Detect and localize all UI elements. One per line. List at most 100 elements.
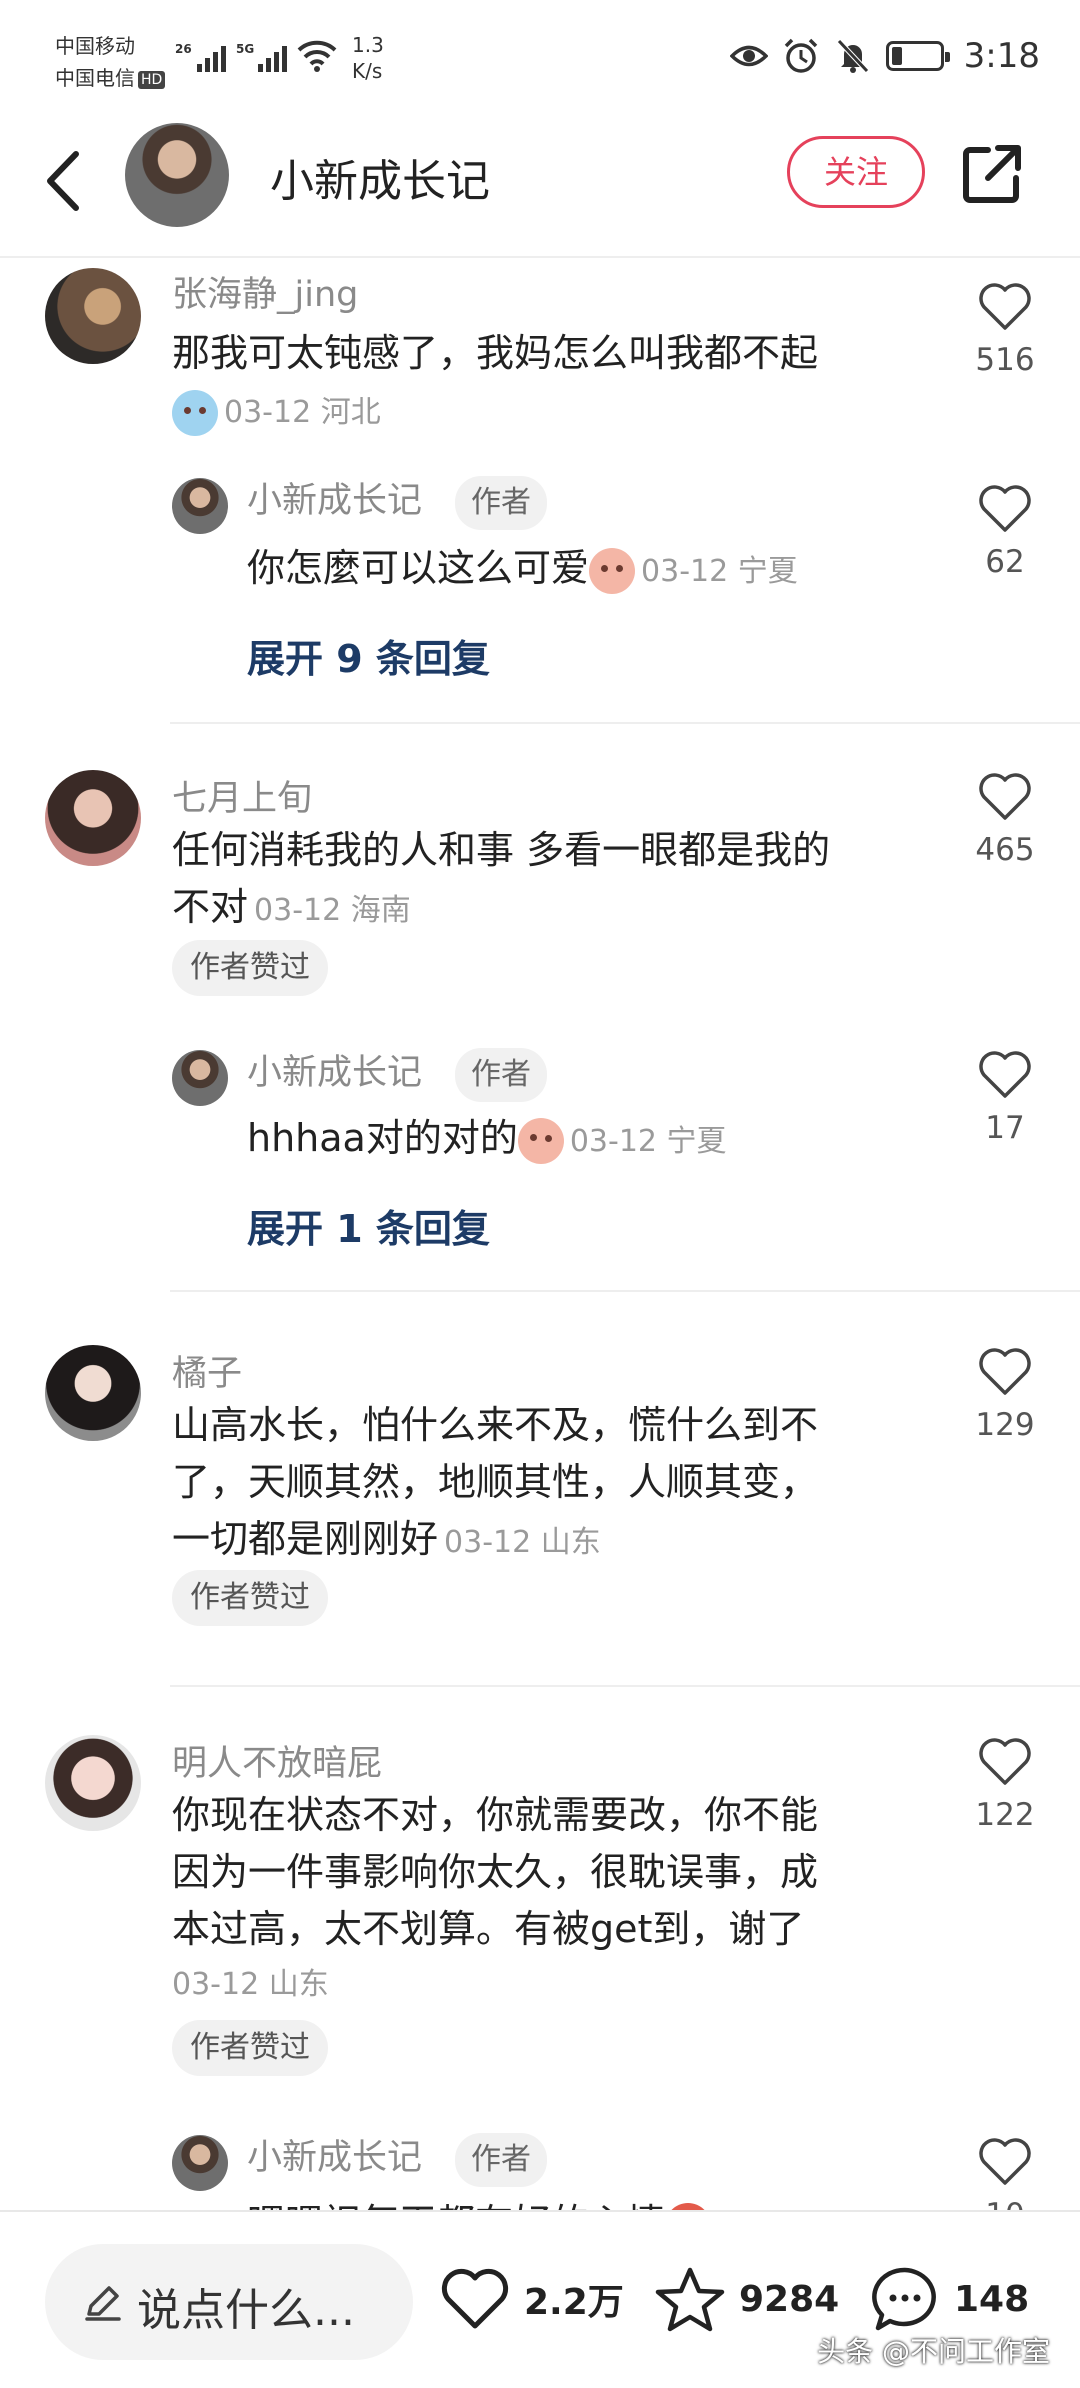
heart-icon (979, 773, 1031, 820)
comment-list[interactable]: 张海静_jing 那我可太钝感了，我妈怎么叫我都不起 03-12 河北 516 … (0, 260, 1080, 2210)
like-count: 129 (975, 1407, 1035, 1443)
comment-text-line: 任何消耗我的人和事 多看一眼都是我的 (172, 828, 831, 872)
rose-emoji-icon (665, 2202, 712, 2210)
user-avatar[interactable] (45, 1735, 141, 1831)
status-bar: 中国移动 中国电信 HD 26 5G 1.3 K/s 3:18 (0, 0, 1080, 120)
post-header: 小新成长记 关注 (0, 120, 1080, 258)
author-tag: 作者 (455, 2133, 547, 2187)
comment-text-line: 一切都是刚刚好 (172, 1517, 439, 1561)
post-like-button[interactable]: 2.2万 (440, 2266, 624, 2332)
network-indicators: 26 5G (175, 38, 337, 72)
like-count: 62 (985, 544, 1025, 580)
mute-icon (836, 39, 869, 73)
reply-text-content: hhhaa对的对的 (247, 1116, 518, 1160)
reply-avatar[interactable] (172, 1050, 228, 1106)
peach-emoji-icon (517, 1117, 564, 1164)
like-count: 17 (985, 1110, 1025, 1146)
crying-emoji-icon (172, 390, 218, 436)
author-name[interactable]: 小新成长记 (270, 145, 490, 209)
comment-text-line: 山高水长，怕什么来不及，慌什么到不 (172, 1403, 819, 1447)
reply-username[interactable]: 小新成长记 (247, 2129, 422, 2180)
heart-icon (979, 485, 1031, 532)
author-liked-badge: 作者赞过 (172, 1570, 328, 1626)
comment-text-line: 你现在状态不对，你就需要改，你不能 (172, 1793, 819, 1837)
author-avatar[interactable] (125, 123, 229, 227)
comment-text[interactable]: 你现在状态不对，你就需要改，你不能 因为一件事影响你太久，很耽误事，成 本过高，… (172, 1787, 818, 1958)
like-count: 465 (975, 832, 1035, 868)
status-right: 3:18 (729, 36, 1040, 76)
reply-text-content: 嘿嘿祝每天都有好的心情 (247, 2201, 665, 2210)
reply-text[interactable]: hhhaa对的对的 03-12 宁夏 (247, 1110, 727, 1170)
comment-input-placeholder: 说点什么... (137, 2285, 355, 2336)
user-avatar[interactable] (45, 1345, 141, 1441)
star-icon (655, 2267, 725, 2332)
comment-username[interactable]: 橘子 (172, 1345, 242, 1396)
reply-like-button[interactable]: 10 (960, 2135, 1050, 2210)
clock: 3:18 (963, 36, 1040, 76)
comment-date-location: 03-12 河北 (224, 394, 381, 430)
comment-count: 148 (954, 2278, 1030, 2320)
carrier-2: 中国电信 (55, 66, 135, 90)
reply-username[interactable]: 小新成长记 (247, 472, 422, 523)
divider (170, 1290, 1080, 1292)
reply-text[interactable]: 嘿嘿祝每天都有好的心情 (247, 2195, 712, 2210)
heart-icon (979, 283, 1031, 330)
signal-2-icon: 5G (236, 42, 287, 72)
comment-input[interactable]: 说点什么... (45, 2244, 413, 2360)
comment-text[interactable]: 山高水长，怕什么来不及，慌什么到不 了，天顺其然，地顺其性，人顺其变， 一切都是… (172, 1397, 818, 1571)
signal-1-label: 26 (175, 42, 192, 56)
wifi-icon (297, 40, 337, 72)
bottom-action-bar: 说点什么... 2.2万 9284 148 头条 @不问工作室 (0, 2210, 1080, 2388)
comment-text[interactable]: 那我可太钝感了，我妈怎么叫我都不起 (172, 325, 818, 382)
comment-date-location: 03-12 山东 (172, 1967, 329, 2002)
divider (170, 722, 1080, 724)
like-button[interactable]: 516 (960, 280, 1050, 378)
reply-text[interactable]: 你怎麼可以这么可爱 03-12 宁夏 (247, 540, 798, 600)
author-liked-badge: 作者赞过 (172, 940, 328, 996)
author-tag: 作者 (455, 476, 547, 530)
comment-username[interactable]: 明人不放暗屁 (172, 1735, 382, 1786)
like-button[interactable]: 465 (960, 770, 1050, 868)
reply-date-location: 03-12 宁夏 (569, 1124, 727, 1159)
comment-text-line: 因为一件事影响你太久，很耽误事，成 (172, 1850, 819, 1894)
speed-value: 1.3 (352, 33, 384, 57)
speed-unit: K/s (352, 59, 383, 83)
signal-2-label: 5G (236, 42, 255, 56)
carrier-info: 中国移动 中国电信 HD (55, 30, 166, 94)
reply-text-content: 你怎麼可以这么可爱 (247, 546, 590, 590)
divider (170, 1685, 1080, 1687)
network-speed: 1.3 K/s (352, 32, 384, 84)
post-like-count: 2.2万 (524, 2282, 624, 2323)
comments-button[interactable]: 148 (870, 2266, 1029, 2332)
favorite-button[interactable]: 9284 (655, 2266, 839, 2332)
battery-icon (885, 41, 950, 71)
like-count: 10 (960, 2197, 1050, 2210)
follow-button[interactable]: 关注 (787, 136, 925, 208)
like-button[interactable]: 129 (960, 1345, 1050, 1443)
reply-like-button[interactable]: 17 (960, 1048, 1050, 1146)
heart-icon (979, 1051, 1031, 1098)
comment-text[interactable]: 任何消耗我的人和事 多看一眼都是我的 不对 03-12 海南 (172, 822, 830, 939)
comment-username[interactable]: 七月上旬 (172, 770, 312, 821)
watermark: 头条 @不问工作室 (817, 2335, 1050, 2368)
comment-date-location: 03-12 山东 (444, 1525, 601, 1560)
user-avatar[interactable] (45, 770, 141, 866)
heart-icon (441, 2268, 509, 2329)
comment-username[interactable]: 张海静_jing (172, 266, 358, 317)
share-icon[interactable] (960, 142, 1024, 206)
expand-replies-button[interactable]: 展开 1 条回复 (247, 1198, 490, 1253)
heart-icon (979, 1348, 1031, 1395)
expand-replies-button[interactable]: 展开 9 条回复 (247, 628, 490, 683)
hd-badge: HD (138, 70, 166, 89)
reply-date-location: 03-12 宁夏 (641, 554, 798, 589)
carrier-1: 中国移动 (55, 34, 135, 58)
reply-avatar[interactable] (172, 2135, 228, 2191)
reply-avatar[interactable] (172, 478, 228, 534)
reply-username[interactable]: 小新成长记 (247, 1044, 422, 1095)
user-avatar[interactable] (45, 268, 141, 364)
eye-icon (729, 45, 768, 67)
comment-text-line: 不对 (172, 885, 249, 929)
reply-like-button[interactable]: 62 (960, 482, 1050, 580)
back-arrow-icon[interactable] (40, 148, 86, 214)
like-button[interactable]: 122 (960, 1735, 1050, 1833)
